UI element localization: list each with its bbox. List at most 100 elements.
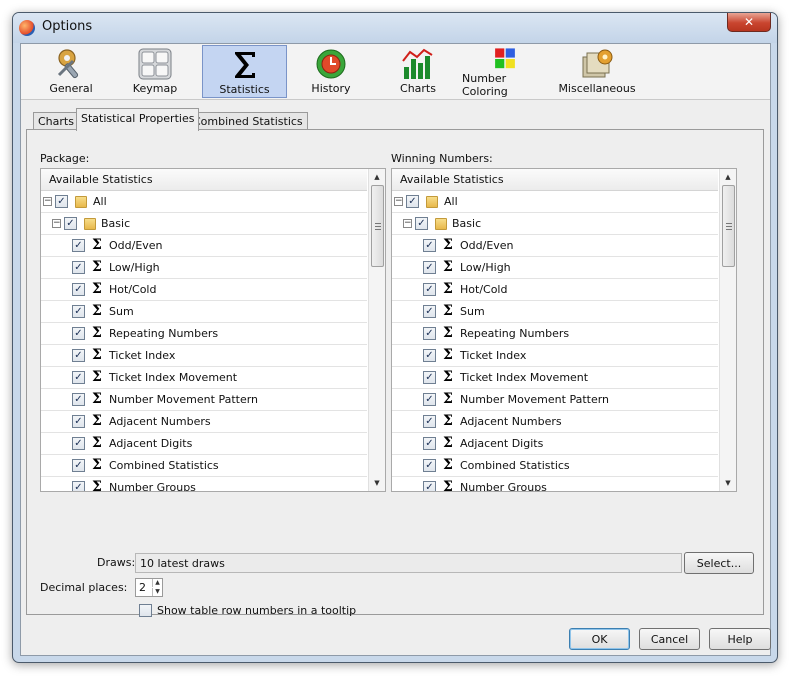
checkbox-checked[interactable]: ✓ [423, 459, 436, 472]
sigma-icon: Σ [443, 391, 453, 407]
tree-row-statistic[interactable]: ✓ Σ Sum [392, 301, 718, 323]
tab-combined-statistics[interactable]: Combined Statistics [188, 112, 308, 130]
checkbox-checked[interactable]: ✓ [72, 459, 85, 472]
toolbar-charts[interactable]: Charts [378, 45, 458, 98]
tree-row-statistic[interactable]: ✓ Σ Adjacent Numbers [41, 411, 367, 433]
tree-row-statistic[interactable]: ✓ Σ Repeating Numbers [41, 323, 367, 345]
checkbox-checked[interactable]: ✓ [423, 239, 436, 252]
tree-row-statistic[interactable]: ✓ Σ Ticket Index [392, 345, 718, 367]
tree-row-label: Ticket Index [460, 349, 527, 362]
checkbox-checked[interactable]: ✓ [423, 415, 436, 428]
checkbox-checked[interactable]: ✓ [72, 305, 85, 318]
sigma-icon: Σ [443, 259, 453, 275]
tree-row-statistic[interactable]: ✓ Σ Odd/Even [41, 235, 367, 257]
tree-row-statistic[interactable]: ✓ Σ Combined Statistics [392, 455, 718, 477]
sigma-icon: Σ [92, 369, 102, 385]
checkbox-checked[interactable]: ✓ [72, 415, 85, 428]
tree-row-all[interactable]: − ✓ All [41, 191, 367, 213]
category-toolbar: General Keymap Statistics History Charts… [21, 44, 770, 100]
tree-row-statistic[interactable]: ✓ Σ Ticket Index Movement [392, 367, 718, 389]
checkbox-checked[interactable]: ✓ [64, 217, 77, 230]
checkbox-checked[interactable]: ✓ [72, 437, 85, 450]
toolbar-general[interactable]: General [31, 45, 111, 98]
spinner-down-icon[interactable]: ▼ [152, 588, 162, 596]
tree-row-statistic[interactable]: ✓ Σ Odd/Even [392, 235, 718, 257]
checkbox-checked[interactable]: ✓ [423, 481, 436, 491]
spinner-up-icon[interactable]: ▲ [152, 579, 162, 587]
checkbox-checked[interactable]: ✓ [72, 393, 85, 406]
checkbox-checked[interactable]: ✓ [55, 195, 68, 208]
checkbox-checked[interactable]: ✓ [423, 305, 436, 318]
select-draws-button[interactable]: Select... [684, 552, 754, 574]
toolbar-statistics[interactable]: Statistics [202, 45, 287, 98]
tree-row-statistic[interactable]: ✓ Σ Number Movement Pattern [392, 389, 718, 411]
tree-row-basic[interactable]: − ✓ Basic [392, 213, 718, 235]
title-bar[interactable]: Options ✕ [13, 13, 777, 43]
row-number-tooltip-label[interactable]: Show table row numbers in a tooltip [157, 604, 356, 617]
tree-row-statistic[interactable]: ✓ Σ Hot/Cold [41, 279, 367, 301]
tree-row-statistic[interactable]: ✓ Σ Adjacent Digits [41, 433, 367, 455]
toolbar-statistics-label: Statistics [219, 83, 270, 96]
checkbox-checked[interactable]: ✓ [423, 349, 436, 362]
scroll-down-arrow-icon[interactable]: ▼ [720, 475, 736, 491]
tree-row-statistic[interactable]: ✓ Σ Adjacent Digits [392, 433, 718, 455]
scroll-up-arrow-icon[interactable]: ▲ [369, 169, 385, 185]
tree-row-statistic[interactable]: ✓ Σ Number Groups [392, 477, 718, 491]
tree-row-statistic[interactable]: ✓ Σ Repeating Numbers [392, 323, 718, 345]
tree-row-statistic[interactable]: ✓ Σ Combined Statistics [41, 455, 367, 477]
help-button[interactable]: Help [709, 628, 771, 650]
decimal-places-spinner[interactable]: 2 ▲ ▼ [135, 578, 163, 597]
checkbox-checked[interactable]: ✓ [72, 261, 85, 274]
tree-row-statistic[interactable]: ✓ Σ Ticket Index [41, 345, 367, 367]
checkbox-checked[interactable]: ✓ [423, 283, 436, 296]
checkbox-checked[interactable]: ✓ [72, 283, 85, 296]
toolbar-history[interactable]: History [291, 45, 371, 98]
tree-row-label: Ticket Index Movement [109, 371, 238, 384]
close-button[interactable]: ✕ [727, 13, 771, 32]
tree-row-statistic[interactable]: ✓ Σ Adjacent Numbers [392, 411, 718, 433]
winning-tree-scrollbar[interactable]: ▲ ▼ [719, 169, 736, 491]
row-number-tooltip-checkbox[interactable] [139, 604, 152, 617]
checkbox-checked[interactable]: ✓ [72, 239, 85, 252]
scroll-down-arrow-icon[interactable]: ▼ [369, 475, 385, 491]
scroll-thumb[interactable] [722, 185, 735, 267]
tree-row-label: Number Movement Pattern [109, 393, 259, 406]
checkbox-checked[interactable]: ✓ [423, 393, 436, 406]
checkbox-checked[interactable]: ✓ [72, 327, 85, 340]
scroll-thumb[interactable] [371, 185, 384, 267]
checkbox-checked[interactable]: ✓ [72, 371, 85, 384]
collapse-icon[interactable]: − [394, 197, 403, 206]
package-tree-rows: − ✓ All − ✓ Basic ✓ Σ Odd/Even ✓ Σ Low/High ✓ Σ Hot/Co… [41, 191, 367, 491]
checkbox-checked[interactable]: ✓ [415, 217, 428, 230]
tree-row-statistic[interactable]: ✓ Σ Number Movement Pattern [41, 389, 367, 411]
checkbox-checked[interactable]: ✓ [423, 327, 436, 340]
tree-row-label: Basic [101, 217, 131, 230]
tree-row-statistic[interactable]: ✓ Σ Number Groups [41, 477, 367, 491]
tree-row-all[interactable]: − ✓ All [392, 191, 718, 213]
tree-row-basic[interactable]: − ✓ Basic [41, 213, 367, 235]
toolbar-number-coloring[interactable]: Number Coloring [462, 45, 548, 98]
toolbar-keymap[interactable]: Keymap [115, 45, 195, 98]
tree-row-statistic[interactable]: ✓ Σ Hot/Cold [392, 279, 718, 301]
cancel-button[interactable]: Cancel [639, 628, 700, 650]
tree-row-statistic[interactable]: ✓ Σ Sum [41, 301, 367, 323]
sigma-icon: Σ [443, 237, 453, 253]
checkbox-checked[interactable]: ✓ [406, 195, 419, 208]
tree-row-statistic[interactable]: ✓ Σ Ticket Index Movement [41, 367, 367, 389]
checkbox-checked[interactable]: ✓ [423, 371, 436, 384]
collapse-icon[interactable]: − [52, 219, 61, 228]
checkbox-checked[interactable]: ✓ [72, 481, 85, 491]
scroll-up-arrow-icon[interactable]: ▲ [720, 169, 736, 185]
checkbox-checked[interactable]: ✓ [423, 437, 436, 450]
tab-charts[interactable]: Charts [33, 112, 79, 130]
collapse-icon[interactable]: − [43, 197, 52, 206]
tree-row-statistic[interactable]: ✓ Σ Low/High [392, 257, 718, 279]
checkbox-checked[interactable]: ✓ [72, 349, 85, 362]
package-tree-scrollbar[interactable]: ▲ ▼ [368, 169, 385, 491]
collapse-icon[interactable]: − [403, 219, 412, 228]
tree-row-statistic[interactable]: ✓ Σ Low/High [41, 257, 367, 279]
ok-button[interactable]: OK [569, 628, 630, 650]
tab-statistical-properties[interactable]: Statistical Properties [76, 108, 200, 131]
checkbox-checked[interactable]: ✓ [423, 261, 436, 274]
toolbar-miscellaneous[interactable]: Miscellaneous [552, 45, 642, 98]
